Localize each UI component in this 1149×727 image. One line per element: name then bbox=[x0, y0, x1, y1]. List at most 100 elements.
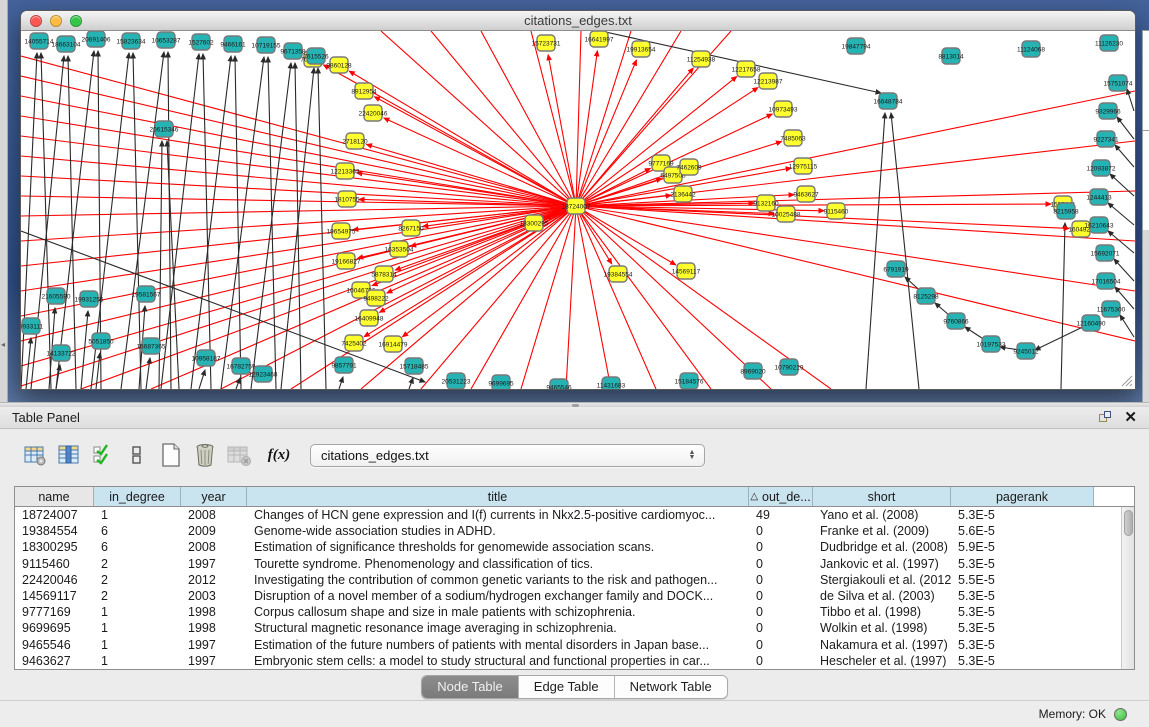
graph-node[interactable]: 19654975 bbox=[327, 223, 356, 239]
splitter-handle[interactable] bbox=[572, 404, 579, 407]
graph-node[interactable]: 9466161 bbox=[220, 36, 246, 52]
graph-node[interactable]: 11124068 bbox=[1017, 41, 1045, 57]
network-view-window[interactable]: citations_edges.txt 18724007766382298601… bbox=[20, 10, 1136, 390]
table-cell[interactable]: Tibbo et al. (1998) bbox=[813, 605, 951, 619]
column-header-pagerank[interactable]: pagerank bbox=[951, 487, 1094, 506]
graph-node[interactable]: 7485063 bbox=[780, 130, 806, 146]
table-row[interactable]: 946362711997Embryonic stem cells: a mode… bbox=[15, 653, 1121, 669]
table-cell[interactable]: 1 bbox=[94, 621, 181, 635]
graph-node[interactable]: 8912954 bbox=[351, 83, 377, 99]
create-table-icon[interactable] bbox=[156, 440, 186, 470]
table-cell[interactable]: 5.6E-5 bbox=[951, 524, 1094, 538]
graph-node[interactable]: 11126230 bbox=[1095, 35, 1123, 51]
table-row[interactable]: 969969511998Structural magnetic resonanc… bbox=[15, 620, 1121, 636]
table-cell[interactable]: 1998 bbox=[181, 605, 247, 619]
table-cell[interactable]: Tourette syndrome. Phenomenology and cla… bbox=[247, 557, 749, 571]
graph-node[interactable]: 9329966 bbox=[1095, 103, 1121, 119]
graph-node[interactable]: 10653287 bbox=[152, 32, 181, 48]
table-row[interactable]: 1830029562008Estimation of significance … bbox=[15, 539, 1121, 555]
table-cell[interactable]: 5.3E-5 bbox=[951, 589, 1094, 603]
close-panel-icon[interactable]: ✕ bbox=[1124, 411, 1137, 424]
table-cell[interactable]: 14569117 bbox=[15, 589, 94, 603]
graph-node[interactable]: 8813014 bbox=[938, 48, 964, 64]
table-cell[interactable]: 9115460 bbox=[15, 557, 94, 571]
graph-node[interactable]: 12213363 bbox=[331, 163, 360, 179]
graph-node[interactable]: 9132160 bbox=[753, 195, 779, 211]
graph-node[interactable]: 8267150 bbox=[398, 220, 424, 236]
table-cell[interactable]: 0 bbox=[749, 524, 813, 538]
table-cell[interactable]: Structural magnetic resonance image aver… bbox=[247, 621, 749, 635]
table-cell[interactable]: 1997 bbox=[181, 654, 247, 668]
graph-node[interactable]: 2136442 bbox=[670, 186, 696, 202]
column-header-in-degree[interactable]: in_degree bbox=[94, 487, 181, 506]
column-header-title[interactable]: title bbox=[247, 487, 749, 506]
graph-node[interactable]: 11675300 bbox=[1097, 301, 1126, 317]
table-cell[interactable]: 9463627 bbox=[15, 654, 94, 668]
graph-node[interactable]: 18663104 bbox=[52, 36, 81, 52]
graph-node[interactable]: 10719155 bbox=[252, 37, 281, 53]
tab-network-table[interactable]: Network Table bbox=[615, 676, 727, 698]
table-cell[interactable]: Estimation of significance thresholds fo… bbox=[247, 540, 749, 554]
graph-node[interactable]: 17016504 bbox=[1092, 273, 1121, 289]
select-columns-icon[interactable] bbox=[54, 440, 84, 470]
graph-node[interactable]: 5878314 bbox=[371, 266, 397, 282]
table-cell[interactable]: 0 bbox=[749, 621, 813, 635]
graph-node[interactable]: 9857791 bbox=[331, 357, 357, 373]
graph-node[interactable]: 9699695 bbox=[488, 375, 514, 389]
table-cell[interactable]: 2 bbox=[94, 589, 181, 603]
left-collapsed-panel[interactable]: ◂ bbox=[0, 0, 8, 402]
table-cell[interactable]: 2012 bbox=[181, 573, 247, 587]
table-cell[interactable]: Nakamura et al. (1997) bbox=[813, 638, 951, 652]
graph-node[interactable]: 19913654 bbox=[627, 41, 656, 57]
tab-edge-table[interactable]: Edge Table bbox=[519, 676, 615, 698]
table-cell[interactable]: 22420046 bbox=[15, 573, 94, 587]
column-header-short[interactable]: short bbox=[813, 487, 951, 506]
right-collapsed-panel[interactable] bbox=[1142, 30, 1149, 402]
table-cell[interactable]: Yano et al. (2008) bbox=[813, 508, 951, 522]
table-cell[interactable]: 9777169 bbox=[15, 605, 94, 619]
table-cell[interactable]: 5.3E-5 bbox=[951, 638, 1094, 652]
table-cell[interactable]: Changes of HCN gene expression and I(f) … bbox=[247, 508, 749, 522]
graph-node[interactable]: 12093872 bbox=[1087, 160, 1116, 176]
graph-node[interactable]: 10973493 bbox=[769, 101, 798, 117]
table-cell[interactable]: 1 bbox=[94, 638, 181, 652]
table-cell[interactable]: 0 bbox=[749, 605, 813, 619]
graph-node[interactable]: 7425402 bbox=[341, 335, 367, 351]
graph-node[interactable]: 19166827 bbox=[332, 253, 361, 269]
graph-node[interactable]: 9860128 bbox=[326, 57, 352, 73]
table-cell[interactable]: 2003 bbox=[181, 589, 247, 603]
column-header-out-de-[interactable]: △out_de... bbox=[749, 487, 813, 506]
table-cell[interactable]: 1 bbox=[94, 605, 181, 619]
table-cell[interactable]: 2 bbox=[94, 573, 181, 587]
table-cell[interactable]: 5.3E-5 bbox=[951, 605, 1094, 619]
table-cell[interactable]: Wolkin et al. (1998) bbox=[813, 621, 951, 635]
graph-node[interactable]: 5051850 bbox=[88, 333, 114, 349]
close-window-icon[interactable] bbox=[30, 15, 42, 27]
graph-node[interactable]: 12160490 bbox=[1077, 315, 1106, 331]
table-cell[interactable]: 1 bbox=[94, 654, 181, 668]
table-row[interactable]: 911546021997Tourette syndrome. Phenomeno… bbox=[15, 556, 1121, 572]
table-cell[interactable]: 2009 bbox=[181, 524, 247, 538]
graph-node[interactable]: 19581567 bbox=[132, 286, 161, 302]
graph-node[interactable]: 9465546 bbox=[546, 379, 572, 389]
graph-node[interactable]: 20531223 bbox=[442, 373, 471, 389]
row-height-icon[interactable] bbox=[122, 440, 152, 470]
table-cell[interactable]: Corpus callosum shape and size in male p… bbox=[247, 605, 749, 619]
graph-node[interactable]: 9245012 bbox=[1013, 343, 1039, 359]
graph-node[interactable]: 21605590 bbox=[42, 288, 71, 304]
table-cell[interactable]: 6 bbox=[94, 540, 181, 554]
graph-node[interactable]: 10197533 bbox=[977, 336, 1006, 352]
graph-node[interactable]: 8215958 bbox=[1053, 203, 1079, 219]
graph-node[interactable]: 22420046 bbox=[359, 105, 388, 121]
graph-node[interactable]: 2718120 bbox=[342, 133, 368, 149]
table-cell[interactable]: 5.5E-5 bbox=[951, 573, 1094, 587]
function-builder-icon[interactable]: f(x) bbox=[264, 440, 294, 470]
table-cell[interactable]: 0 bbox=[749, 638, 813, 652]
table-row[interactable]: 1938455462009Genome-wide association stu… bbox=[15, 523, 1121, 539]
table-cell[interactable]: 2008 bbox=[181, 540, 247, 554]
table-row[interactable]: 977716911998Corpus callosum shape and si… bbox=[15, 604, 1121, 620]
graph-node[interactable]: 16648784 bbox=[874, 93, 903, 109]
graph-node[interactable]: 14055714 bbox=[25, 33, 54, 49]
table-cell[interactable]: 1 bbox=[94, 508, 181, 522]
scrollbar-thumb[interactable] bbox=[1124, 510, 1133, 536]
